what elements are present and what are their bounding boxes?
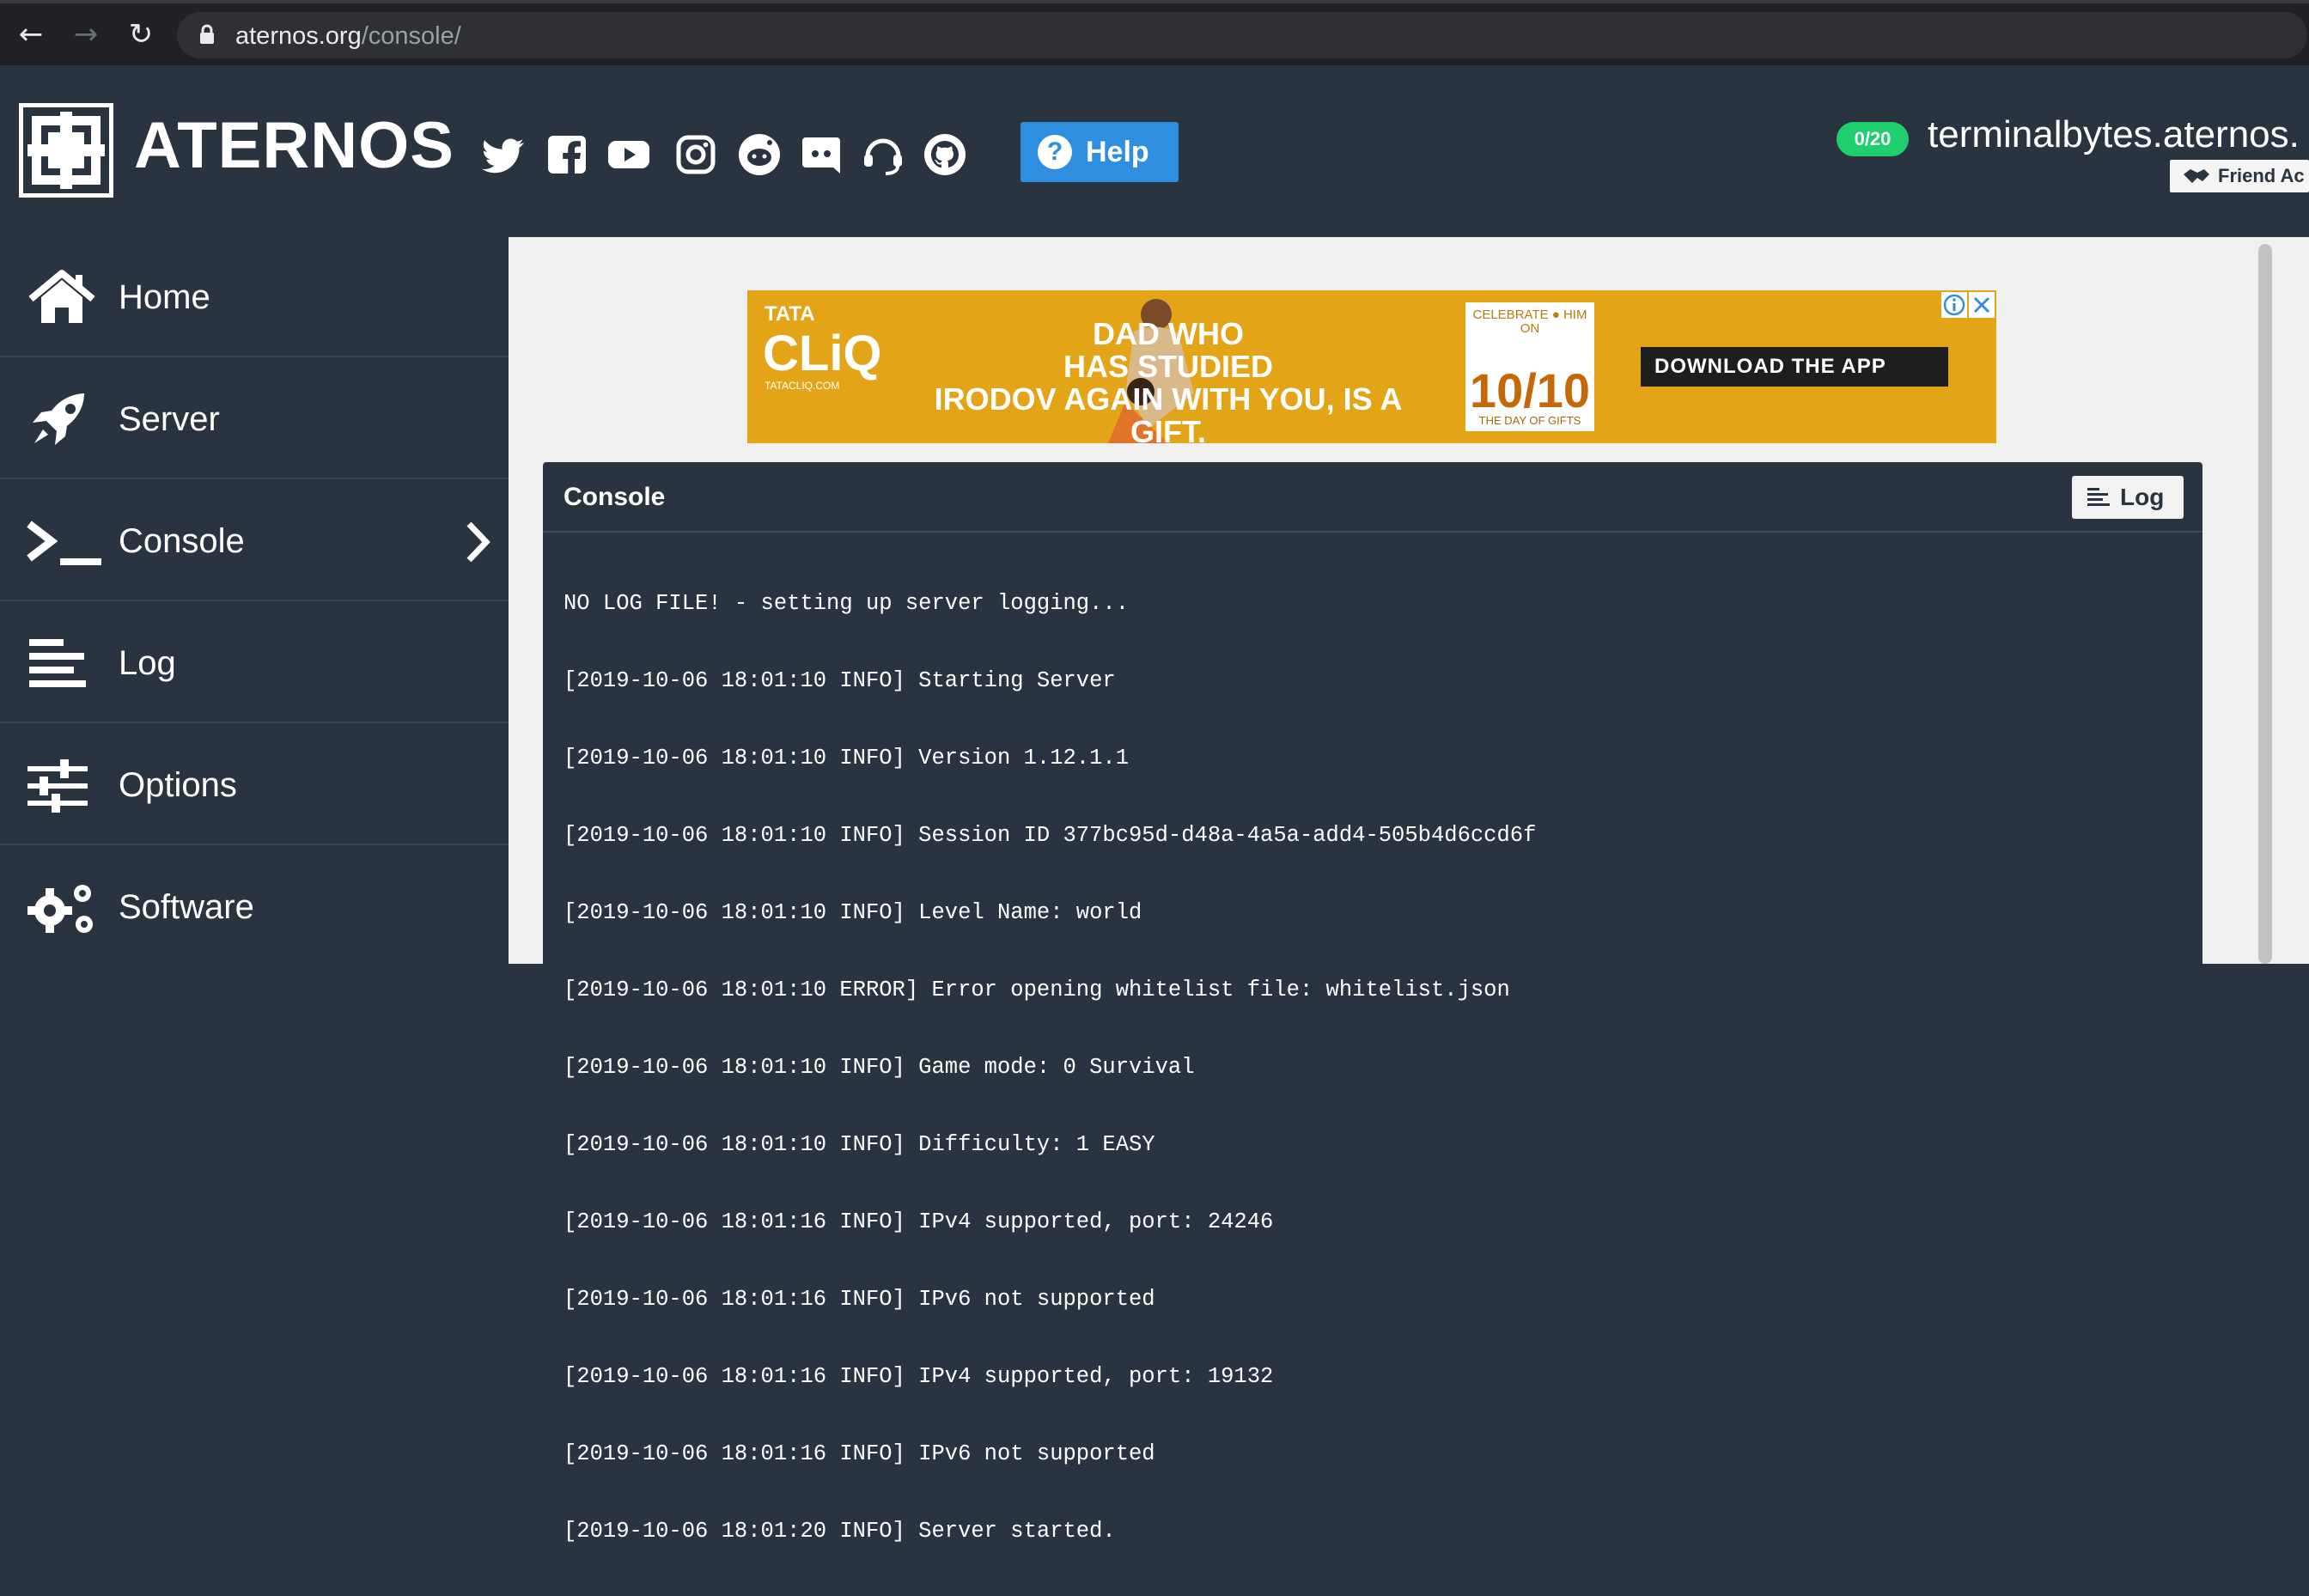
console-line: [2019-10-06 18:01:16 INFO] IPv6 not supp… <box>564 1287 1155 1312</box>
sidebar-item-label: Software <box>119 888 254 926</box>
url-host: aternos.org <box>235 22 362 50</box>
url-path: /console/ <box>361 22 461 50</box>
sidebar-item-log[interactable]: Log <box>0 603 509 723</box>
forward-arrow-icon[interactable]: → <box>67 15 105 53</box>
ad-tagline-line: HAS STUDIED <box>1063 349 1274 384</box>
ad-card-date: 10/10 <box>1469 363 1591 417</box>
help-button[interactable]: ? Help <box>1020 122 1179 182</box>
log-button[interactable]: Log <box>2072 476 2184 519</box>
aternos-logo-icon[interactable] <box>19 103 113 198</box>
ad-date-card: CELEBRATE ● HIM ON 10/10 THE DAY OF GIFT… <box>1465 302 1594 431</box>
console-line: NO LOG FILE! - setting up server logging… <box>564 591 1130 616</box>
ad-card-text: ON <box>1520 321 1540 336</box>
ad-cta-label: DOWNLOAD THE APP <box>1654 355 1886 378</box>
terminal-icon <box>27 521 101 565</box>
browser-toolbar: ← → ↻ aternos.org/console/ <box>0 0 2309 65</box>
home-icon <box>28 270 95 323</box>
sidebar-item-label: Options <box>119 766 237 804</box>
question-circle-icon: ? <box>1038 135 1072 169</box>
ad-card-text: THE DAY OF GIFTS <box>1478 414 1581 427</box>
back-arrow-icon[interactable]: ← <box>12 15 50 53</box>
page-scrollbar-thumb[interactable] <box>2258 244 2272 964</box>
rocket-icon <box>33 393 86 445</box>
console-line: [2019-10-06 18:01:10 INFO] Session ID 37… <box>564 823 1537 848</box>
console-line: [2019-10-06 18:01:10 INFO] Difficulty: 1… <box>564 1132 1155 1157</box>
console-line: [2019-10-06 18:01:10 INFO] Game mode: 0 … <box>564 1055 1195 1080</box>
ad-brand-url: TATACLIQ.COM <box>765 380 840 392</box>
server-address[interactable]: terminalbytes.aternos. <box>1928 113 2300 156</box>
youtube-icon[interactable] <box>605 131 653 179</box>
address-bar[interactable]: aternos.org/console/ <box>177 12 2307 58</box>
ad-card-text: CELEBRATE ● HIM <box>1472 308 1587 322</box>
sidebar-item-server[interactable]: Server <box>0 359 509 479</box>
console-title: Console <box>564 483 666 511</box>
console-line: [2019-10-06 18:01:20 INFO] Server starte… <box>564 1519 1116 1544</box>
ad-brand: CLiQ <box>763 326 882 381</box>
handshake-icon <box>2184 169 2209 183</box>
sidebar-item-label: Server <box>119 400 220 438</box>
reload-icon[interactable]: ↻ <box>122 15 160 53</box>
brand-name[interactable]: ATERNOS <box>134 108 454 183</box>
console-line: [2019-10-06 18:01:10 INFO] Starting Serv… <box>564 668 1116 693</box>
ad-download-button[interactable]: DOWNLOAD THE APP <box>1641 347 1948 387</box>
ad-brand-top: TATA <box>765 302 815 326</box>
sidebar-item-home[interactable]: Home <box>0 237 509 357</box>
log-button-label: Log <box>2120 484 2165 510</box>
lock-icon <box>200 24 214 44</box>
sidebar-item-console[interactable]: Console <box>0 481 509 601</box>
advertisement-banner[interactable]: TATA CLiQ TATACLIQ.COM DAD WHO HAS STUDI… <box>747 290 1996 443</box>
console-line: [2019-10-06 18:01:16 INFO] IPv4 supporte… <box>564 1209 1274 1234</box>
chevron-right-icon <box>466 521 490 563</box>
sidebar-item-label: Home <box>119 278 210 316</box>
twitter-icon[interactable] <box>481 131 529 179</box>
ad-tagline: DAD WHO HAS STUDIED IRODOV AGAIN WITH YO… <box>919 316 1417 444</box>
console-line: [2019-10-06 18:01:16 INFO] IPv6 not supp… <box>564 1441 1155 1466</box>
ad-tagline-line: DAD WHO <box>1093 316 1244 351</box>
ad-close-icon[interactable] <box>1969 292 1995 318</box>
console-line: [2019-10-06 18:01:10 ERROR] Error openin… <box>564 978 1510 1002</box>
help-label: Help <box>1086 136 1149 168</box>
support-headset-icon[interactable] <box>859 131 907 179</box>
player-count-badge: 0/20 <box>1837 122 1909 156</box>
console-line: [2019-10-06 18:01:10 INFO] Version 1.12.… <box>564 746 1130 771</box>
console-output: NO LOG FILE! - setting up server logging… <box>564 539 1536 1596</box>
discord-icon[interactable] <box>797 131 845 179</box>
reddit-icon[interactable] <box>735 131 783 179</box>
facebook-icon[interactable] <box>543 131 591 179</box>
log-lines-icon <box>2087 488 2110 506</box>
sidebar-item-label: Log <box>119 644 176 682</box>
friend-access-label: Friend Ac <box>2218 165 2305 186</box>
log-lines-icon <box>29 639 86 687</box>
console-panel: Console Log NO LOG FILE! - setting up se… <box>543 462 2202 1544</box>
sidebar-item-label: Console <box>119 522 245 560</box>
friend-access-button[interactable]: Friend Ac <box>2170 160 2309 192</box>
sliders-icon <box>27 759 88 813</box>
site-header: ATERNOS ? Help 0/20 terminalbytes.aterno… <box>0 65 2309 237</box>
ad-info-icon[interactable] <box>1941 292 1967 318</box>
sidebar-item-software[interactable]: Software <box>0 847 509 967</box>
sidebar-nav: Home Server Console Log Options Software <box>0 237 509 964</box>
console-line: [2019-10-06 18:01:10 INFO] Level Name: w… <box>564 900 1142 925</box>
console-line: [2019-10-06 18:01:16 INFO] IPv4 supporte… <box>564 1364 1274 1389</box>
sidebar-item-options[interactable]: Options <box>0 725 509 845</box>
ad-tagline-line: IRODOV AGAIN WITH YOU, IS A GIFT. <box>934 381 1403 444</box>
url-text: aternos.org/console/ <box>235 22 461 51</box>
gears-icon <box>27 885 93 933</box>
console-header: Console Log <box>543 462 2202 533</box>
github-icon[interactable] <box>921 131 969 179</box>
instagram-icon[interactable] <box>672 131 720 179</box>
